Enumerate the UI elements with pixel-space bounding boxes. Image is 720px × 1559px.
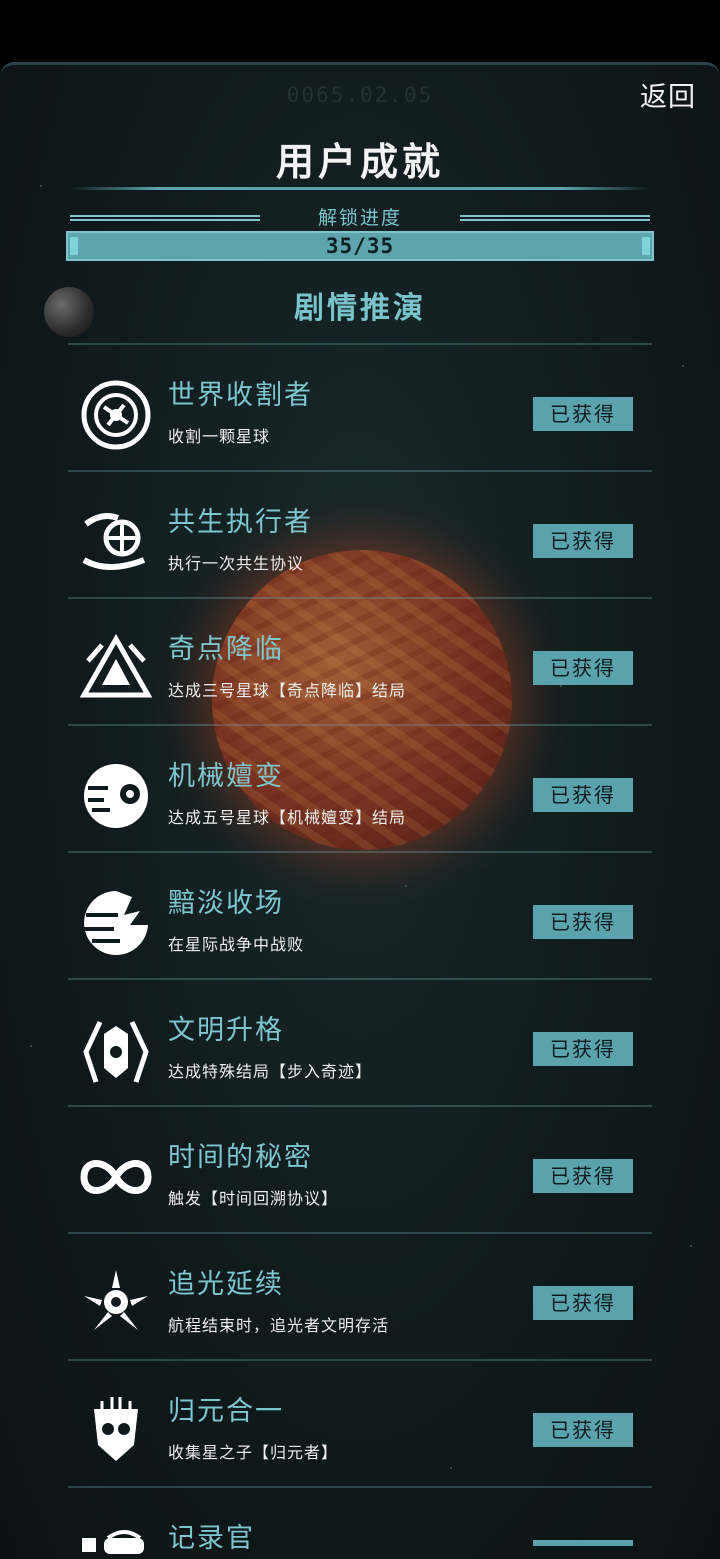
unlock-progress: 解锁进度 35/35	[66, 207, 654, 263]
achievement-list: 世界收割者 收割一颗星球 已获得 共生执行者 执行一次共生协议 已获得 奇点降临 达成三号星球…	[68, 343, 652, 1559]
section-title: 剧情推演	[294, 291, 426, 326]
achievement-name: 文明升格	[168, 1015, 284, 1046]
infinity-icon	[78, 1139, 154, 1215]
achievement-description: 收集星之子【归元者】	[168, 1443, 339, 1462]
achievement-row[interactable]: 世界收割者收割一颗星球 已获得	[68, 343, 652, 470]
symbiosis-hands-icon	[78, 504, 154, 580]
achievement-name: 机械嬗变	[168, 761, 284, 792]
star-dot	[682, 365, 684, 367]
achievement-status-badge: 已获得	[533, 524, 633, 558]
achievement-status-badge: 已获得	[533, 1286, 633, 1320]
achievements-panel: 0065.02.05 返回 用户成就 解锁进度 35/35 剧情推演 世界收割者…	[0, 62, 720, 1559]
achievement-status-badge: 已获得	[533, 651, 633, 685]
recorder-icon	[78, 1520, 154, 1559]
achievement-description: 达成五号星球【机械嬗变】结局	[168, 808, 407, 827]
mask-face-icon	[78, 1393, 154, 1469]
achievement-row[interactable]: 时间的秘密触发【时间回溯协议】 已获得	[68, 1105, 652, 1232]
achievement-status-badge: 已获得	[533, 397, 633, 431]
achievement-description: 在星际战争中战败	[168, 935, 305, 954]
achievement-status-badge: 已获得	[533, 905, 633, 939]
progress-count: 35/35	[325, 234, 395, 258]
broken-planet-icon	[78, 885, 154, 961]
achievement-row[interactable]: 机械嬗变达成五号星球【机械嬗变】结局 已获得	[68, 724, 652, 851]
achievement-name: 时间的秘密	[168, 1142, 313, 1173]
achievement-name: 归元合一	[168, 1396, 284, 1427]
achievement-status-badge	[533, 1540, 633, 1546]
achievement-status-badge: 已获得	[533, 1032, 633, 1066]
progress-bar: 35/35	[66, 231, 654, 261]
achievement-status-badge: 已获得	[533, 1413, 633, 1447]
title-divider	[70, 187, 650, 190]
achievement-row[interactable]: 归元合一收集星之子【归元者】 已获得	[68, 1359, 652, 1486]
achievement-name: 奇点降临	[168, 634, 284, 665]
achievement-name: 共生执行者	[168, 507, 313, 538]
achievement-name: 追光延续	[168, 1269, 284, 1300]
achievement-description: 触发【时间回溯协议】	[168, 1189, 339, 1208]
achievement-status-badge: 已获得	[533, 778, 633, 812]
achievement-description: 执行一次共生协议	[168, 554, 305, 573]
achievement-status-badge: 已获得	[533, 1159, 633, 1193]
achievement-row[interactable]: 文明升格达成特殊结局【步入奇迹】 已获得	[68, 978, 652, 1105]
harvester-emblem-icon	[78, 377, 154, 453]
achievement-row[interactable]: 黯淡收场在星际战争中战败 已获得	[68, 851, 652, 978]
singularity-triangle-icon	[78, 631, 154, 707]
star-dot	[690, 1245, 692, 1247]
achievement-description: 收割一颗星球	[168, 427, 271, 446]
achievement-row[interactable]: 奇点降临达成三号星球【奇点降临】结局 已获得	[68, 597, 652, 724]
achievement-name: 黯淡收场	[168, 888, 284, 919]
mechanical-eye-icon	[78, 758, 154, 834]
achievement-description: 达成特殊结局【步入奇迹】	[168, 1062, 373, 1081]
back-button[interactable]: 返回	[640, 75, 696, 114]
status-bar	[0, 0, 720, 62]
achievement-row[interactable]: 追光延续航程结束时，追光者文明存活 已获得	[68, 1232, 652, 1359]
progress-label: 解锁进度	[317, 207, 402, 229]
achievement-row[interactable]: 记录官	[68, 1486, 652, 1559]
page-title: 用户成就	[275, 140, 444, 184]
achievement-description: 达成三号星球【奇点降临】结局	[168, 681, 407, 700]
star-dot	[30, 1045, 32, 1047]
radiant-star-icon	[78, 1266, 154, 1342]
date-stamp: 0065.02.05	[286, 83, 434, 107]
winged-shield-icon	[78, 1012, 154, 1088]
achievement-description: 航程结束时，追光者文明存活	[168, 1316, 390, 1335]
achievement-name: 记录官	[168, 1523, 255, 1554]
achievement-name: 世界收割者	[168, 380, 313, 411]
achievement-row[interactable]: 共生执行者执行一次共生协议 已获得	[68, 470, 652, 597]
